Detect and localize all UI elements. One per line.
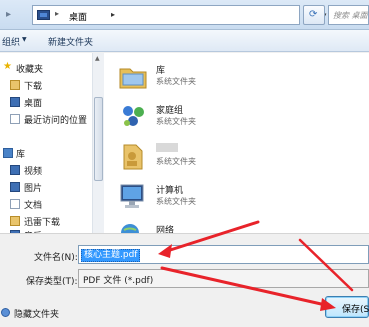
navigation-pane: ★ 收藏夹 下载 桌面 最近访问的位置 库 视频 图片 文档 迅雷下载 音乐 — [0, 53, 104, 233]
refresh-icon: ⟳ — [309, 9, 318, 20]
sidebar-item-label: 收藏夹 — [16, 65, 44, 75]
sidebar-item-desktop[interactable]: 桌面 — [0, 95, 92, 109]
sidebar-item-label: 视频 — [24, 167, 43, 177]
video-library-icon — [10, 165, 20, 175]
file-type: 系统文件夹 — [156, 157, 196, 166]
scroll-up-icon[interactable]: ▲ — [95, 55, 100, 62]
refresh-button[interactable]: ⟳ — [303, 5, 325, 25]
file-name: 家庭组 — [156, 106, 184, 116]
sidebar-item-favorites[interactable]: ★ 收藏夹 — [0, 61, 92, 76]
search-placeholder: 搜索 桌面 — [333, 11, 368, 20]
sidebar-item-label: 图片 — [24, 184, 43, 194]
save-form: 文件名(N): 核心主题.pdf 保存类型(T): PDF 文件 (*.pdf)… — [0, 233, 369, 327]
computer-icon — [120, 184, 144, 208]
sidebar-item-label: 迅雷下载 — [24, 218, 61, 228]
network-icon — [121, 224, 139, 233]
scrollbar-thumb[interactable] — [94, 97, 103, 181]
desktop-icon — [10, 97, 20, 107]
star-icon: ★ — [3, 61, 12, 72]
sidebar-item-label: 桌面 — [24, 99, 43, 109]
chevron-right-icon[interactable]: ▸ — [111, 10, 115, 19]
navigation-scrollbar[interactable]: ▲ — [92, 53, 104, 233]
list-item[interactable]: 库 系统文件夹 — [104, 57, 304, 97]
save-button[interactable]: 保存(S) — [325, 296, 369, 318]
file-type: 系统文件夹 — [156, 197, 196, 206]
sidebar-item-thunder-download[interactable]: 迅雷下载 — [0, 214, 92, 228]
user-folder-icon — [123, 144, 143, 170]
arrow-right-icon: ▸ — [6, 9, 12, 20]
filename-label: 文件名(N): — [34, 253, 78, 263]
file-type: 系统文件夹 — [156, 77, 196, 86]
sidebar-item-downloads[interactable]: 下载 — [0, 78, 92, 92]
blurred-name — [156, 143, 178, 152]
file-type: 系统文件夹 — [156, 117, 196, 126]
save-type-select[interactable]: PDF 文件 (*.pdf) — [78, 269, 369, 288]
file-list: 库 系统文件夹 家庭组 系统文件夹 系统文件夹 计算机 系统文件夹 网络 — [104, 53, 369, 233]
homegroup-icon — [123, 106, 144, 126]
search-input[interactable]: 搜索 桌面 — [328, 5, 369, 25]
recent-places-icon — [10, 114, 20, 124]
sidebar-item-label: 文档 — [24, 201, 43, 211]
list-item[interactable]: 网络 — [104, 217, 304, 233]
address-bar-row: ▸ ▸ 桌面 ▸ ▼ ⟳ 搜索 桌面 — [0, 0, 369, 30]
chevron-down-icon[interactable]: ▼ — [22, 36, 27, 43]
organize-button[interactable]: 组织 — [2, 35, 20, 48]
sidebar-item-documents[interactable]: 文档 — [0, 197, 92, 211]
new-folder-button[interactable]: 新建文件夹 — [48, 35, 93, 48]
save-type-label: 保存类型(T): — [26, 277, 78, 287]
desktop-icon — [37, 10, 50, 20]
list-item[interactable]: 系统文件夹 — [104, 137, 304, 177]
save-button-label: 保存(S) — [342, 305, 369, 315]
file-name: 网络 — [156, 226, 175, 233]
address-field[interactable]: ▸ 桌面 ▸ ▼ — [32, 5, 326, 25]
filename-value[interactable]: 核心主题.pdf — [81, 249, 141, 262]
sidebar-item-libraries[interactable]: 库 — [0, 146, 92, 160]
filename-input[interactable]: 核心主题.pdf — [78, 245, 369, 264]
save-type-value: PDF 文件 (*.pdf) — [83, 276, 154, 286]
sidebar-item-videos[interactable]: 视频 — [0, 163, 92, 177]
sidebar-item-label: 库 — [16, 150, 26, 160]
collapse-icon — [1, 308, 10, 317]
sidebar-item-pictures[interactable]: 图片 — [0, 180, 92, 194]
command-bar: 组织 ▼ 新建文件夹 — [0, 30, 369, 52]
breadcrumb-separator[interactable]: ▸ — [55, 9, 59, 18]
thunder-download-icon — [10, 216, 20, 226]
download-folder-icon — [10, 80, 20, 90]
hide-folders-label: 隐藏文件夹 — [14, 310, 60, 320]
sidebar-item-label: 最近访问的位置 — [24, 116, 88, 126]
library-folder-icon — [119, 68, 147, 89]
picture-library-icon — [10, 182, 20, 192]
document-library-icon — [10, 199, 20, 209]
file-name: 计算机 — [156, 186, 184, 196]
sidebar-item-label: 下载 — [24, 82, 43, 92]
library-icon — [3, 148, 13, 158]
sidebar-item-recent-places[interactable]: 最近访问的位置 — [0, 112, 92, 126]
hide-folders-toggle[interactable]: 隐藏文件夹 — [0, 306, 70, 320]
breadcrumb-desktop[interactable]: 桌面 — [69, 10, 87, 23]
forward-button[interactable]: ▸ — [0, 5, 22, 25]
list-item[interactable]: 家庭组 系统文件夹 — [104, 97, 304, 137]
file-name: 库 — [156, 66, 166, 76]
list-item[interactable]: 计算机 系统文件夹 — [104, 177, 304, 217]
